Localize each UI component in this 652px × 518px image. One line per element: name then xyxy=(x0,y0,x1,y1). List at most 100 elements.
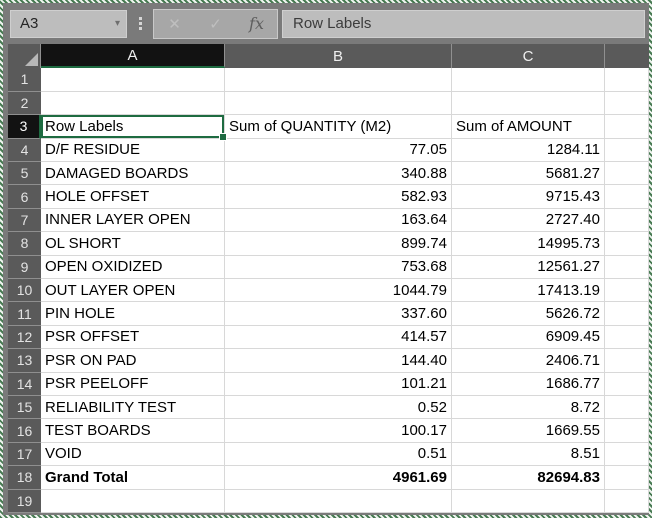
cell-B7[interactable]: 163.64 xyxy=(225,209,452,232)
cell-D8[interactable] xyxy=(605,232,649,255)
cell-C11[interactable]: 5626.72 xyxy=(452,302,605,325)
cell-B15[interactable]: 0.52 xyxy=(225,396,452,419)
cell-A6[interactable]: HOLE OFFSET xyxy=(41,185,225,208)
cell-A18[interactable]: Grand Total xyxy=(41,466,225,489)
name-box[interactable]: A3 ▾ xyxy=(10,10,127,38)
cancel-icon[interactable]: ✕ xyxy=(160,15,190,33)
cell-A15[interactable]: RELIABILITY TEST xyxy=(41,396,225,419)
row-header-7[interactable]: 7 xyxy=(8,209,41,232)
cell-A17[interactable]: VOID xyxy=(41,443,225,466)
cell-D5[interactable] xyxy=(605,162,649,185)
row-header-19[interactable]: 19 xyxy=(8,490,41,513)
row-header-4[interactable]: 4 xyxy=(8,139,41,162)
cell-C7[interactable]: 2727.40 xyxy=(452,209,605,232)
row-header-9[interactable]: 9 xyxy=(8,256,41,279)
row-header-11[interactable]: 11 xyxy=(8,302,41,325)
cell-C16[interactable]: 1669.55 xyxy=(452,419,605,442)
cell-A13[interactable]: PSR ON PAD xyxy=(41,349,225,372)
cell-B8[interactable]: 899.74 xyxy=(225,232,452,255)
name-box-dropdown-icon[interactable]: ▾ xyxy=(115,18,120,29)
cell-C15[interactable]: 8.72 xyxy=(452,396,605,419)
cell-A7[interactable]: INNER LAYER OPEN xyxy=(41,209,225,232)
row-header-16[interactable]: 16 xyxy=(8,419,41,442)
row-header-3[interactable]: 3 xyxy=(8,115,41,138)
row-header-1[interactable]: 1 xyxy=(8,68,41,91)
enter-icon[interactable]: ✓ xyxy=(201,15,231,33)
cell-D15[interactable] xyxy=(605,396,649,419)
cell-B2[interactable] xyxy=(225,92,452,115)
cell-D9[interactable] xyxy=(605,256,649,279)
cell-D12[interactable] xyxy=(605,326,649,349)
cell-D2[interactable] xyxy=(605,92,649,115)
cell-A3[interactable]: Row Labels xyxy=(41,115,225,138)
cell-A4[interactable]: D/F RESIDUE xyxy=(41,139,225,162)
cell-C9[interactable]: 12561.27 xyxy=(452,256,605,279)
formula-bar[interactable]: Row Labels xyxy=(282,10,645,38)
cell-A5[interactable]: DAMAGED BOARDS xyxy=(41,162,225,185)
column-header-C[interactable]: C xyxy=(452,44,605,68)
row-header-8[interactable]: 8 xyxy=(8,232,41,255)
cell-B14[interactable]: 101.21 xyxy=(225,373,452,396)
cell-A10[interactable]: OUT LAYER OPEN xyxy=(41,279,225,302)
cell-C4[interactable]: 1284.11 xyxy=(452,139,605,162)
cell-B19[interactable] xyxy=(225,490,452,513)
cell-B9[interactable]: 753.68 xyxy=(225,256,452,279)
row-header-17[interactable]: 17 xyxy=(8,443,41,466)
cell-B17[interactable]: 0.51 xyxy=(225,443,452,466)
cell-C13[interactable]: 2406.71 xyxy=(452,349,605,372)
cell-D18[interactable] xyxy=(605,466,649,489)
cell-D6[interactable] xyxy=(605,185,649,208)
cell-A8[interactable]: OL SHORT xyxy=(41,232,225,255)
cell-C10[interactable]: 17413.19 xyxy=(452,279,605,302)
cell-B12[interactable]: 414.57 xyxy=(225,326,452,349)
row-header-2[interactable]: 2 xyxy=(8,92,41,115)
cell-C19[interactable] xyxy=(452,490,605,513)
row-header-12[interactable]: 12 xyxy=(8,326,41,349)
cell-D13[interactable] xyxy=(605,349,649,372)
cell-C14[interactable]: 1686.77 xyxy=(452,373,605,396)
cell-C6[interactable]: 9715.43 xyxy=(452,185,605,208)
cell-A19[interactable] xyxy=(41,490,225,513)
cell-B1[interactable] xyxy=(225,68,452,91)
cell-D11[interactable] xyxy=(605,302,649,325)
cell-C2[interactable] xyxy=(452,92,605,115)
cell-C3[interactable]: Sum of AMOUNT xyxy=(452,115,605,138)
cell-D4[interactable] xyxy=(605,139,649,162)
cell-C17[interactable]: 8.51 xyxy=(452,443,605,466)
cell-D17[interactable] xyxy=(605,443,649,466)
cell-C5[interactable]: 5681.27 xyxy=(452,162,605,185)
column-header-A[interactable]: A xyxy=(41,44,225,68)
row-header-15[interactable]: 15 xyxy=(8,396,41,419)
cell-D3[interactable] xyxy=(605,115,649,138)
row-header-13[interactable]: 13 xyxy=(8,349,41,372)
row-header-6[interactable]: 6 xyxy=(8,185,41,208)
cell-C1[interactable] xyxy=(452,68,605,91)
column-header-B[interactable]: B xyxy=(225,44,452,68)
cell-B5[interactable]: 340.88 xyxy=(225,162,452,185)
cell-B4[interactable]: 77.05 xyxy=(225,139,452,162)
cell-B11[interactable]: 337.60 xyxy=(225,302,452,325)
name-box-value[interactable]: A3 xyxy=(20,15,115,32)
cell-C12[interactable]: 6909.45 xyxy=(452,326,605,349)
row-header-10[interactable]: 10 xyxy=(8,279,41,302)
cell-D10[interactable] xyxy=(605,279,649,302)
row-header-5[interactable]: 5 xyxy=(8,162,41,185)
cell-D16[interactable] xyxy=(605,419,649,442)
cell-B16[interactable]: 100.17 xyxy=(225,419,452,442)
insert-function-icon[interactable]: fx xyxy=(242,14,272,33)
cell-B10[interactable]: 1044.79 xyxy=(225,279,452,302)
select-all-button[interactable] xyxy=(8,44,41,68)
cell-D7[interactable] xyxy=(605,209,649,232)
cell-D1[interactable] xyxy=(605,68,649,91)
cell-A2[interactable] xyxy=(41,92,225,115)
cell-C18[interactable]: 82694.83 xyxy=(452,466,605,489)
cell-A16[interactable]: TEST BOARDS xyxy=(41,419,225,442)
cell-A14[interactable]: PSR PEELOFF xyxy=(41,373,225,396)
row-header-18[interactable]: 18 xyxy=(8,466,41,489)
cell-A11[interactable]: PIN HOLE xyxy=(41,302,225,325)
row-header-14[interactable]: 14 xyxy=(8,373,41,396)
cell-A12[interactable]: PSR OFFSET xyxy=(41,326,225,349)
cell-D19[interactable] xyxy=(605,490,649,513)
cell-D14[interactable] xyxy=(605,373,649,396)
toolbar-separator-dots[interactable] xyxy=(127,17,153,30)
